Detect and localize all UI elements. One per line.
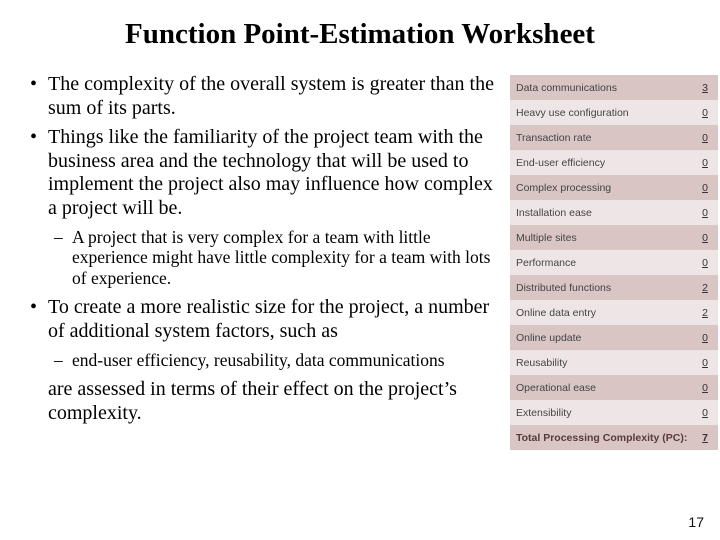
row-label: Transaction rate	[510, 132, 692, 144]
row-label: Data communications	[510, 82, 692, 94]
table-total-row: Total Processing Complexity (PC): 7	[510, 425, 718, 450]
row-value: 3	[692, 82, 718, 94]
slide-title: Function Point-Estimation Worksheet	[0, 18, 720, 51]
table-row: Installation ease 0	[510, 200, 718, 225]
text-column: The complexity of the overall system is …	[28, 73, 506, 450]
table-row: End-user efficiency 0	[510, 150, 718, 175]
row-label: Heavy use configuration	[510, 107, 692, 119]
table-row: Online data entry 2	[510, 300, 718, 325]
row-value: 0	[692, 107, 718, 119]
row-label: Installation ease	[510, 207, 692, 219]
row-value: 2	[692, 307, 718, 319]
row-label: Reusability	[510, 357, 692, 369]
bullet-3-sub: end-user efficiency, reusability, data c…	[28, 350, 506, 371]
row-value: 0	[692, 157, 718, 169]
row-label: Multiple sites	[510, 232, 692, 244]
row-value: 2	[692, 282, 718, 294]
table-row: Distributed functions 2	[510, 275, 718, 300]
bullet-3-cont: are assessed in terms of their effect on…	[28, 378, 506, 425]
page-number: 17	[688, 514, 704, 530]
table-row: Reusability 0	[510, 350, 718, 375]
row-label: Online data entry	[510, 307, 692, 319]
table-row: Data communications 3	[510, 75, 718, 100]
row-value: 0	[692, 182, 718, 194]
table-row: Transaction rate 0	[510, 125, 718, 150]
row-value: 0	[692, 382, 718, 394]
row-label: Distributed functions	[510, 282, 692, 294]
bullet-2: Things like the familiarity of the proje…	[28, 126, 506, 220]
row-label: Extensibility	[510, 407, 692, 419]
row-value: 0	[692, 207, 718, 219]
row-label: Complex processing	[510, 182, 692, 194]
row-value: 0	[692, 357, 718, 369]
table-row: Extensibility 0	[510, 400, 718, 425]
bullet-2-sub: A project that is very complex for a tea…	[28, 227, 506, 289]
slide: Function Point-Estimation Worksheet The …	[0, 0, 720, 540]
factors-table: Data communications 3 Heavy use configur…	[510, 75, 718, 450]
bullet-3: To create a more realistic size for the …	[28, 296, 506, 343]
table-row: Heavy use configuration 0	[510, 100, 718, 125]
total-value: 7	[692, 432, 718, 444]
table-row: Operational ease 0	[510, 375, 718, 400]
row-label: Online update	[510, 332, 692, 344]
row-value: 0	[692, 407, 718, 419]
row-value: 0	[692, 232, 718, 244]
total-label: Total Processing Complexity (PC):	[510, 432, 692, 444]
table-row: Multiple sites 0	[510, 225, 718, 250]
table-row: Performance 0	[510, 250, 718, 275]
row-label: End-user efficiency	[510, 157, 692, 169]
row-label: Performance	[510, 257, 692, 269]
body-area: The complexity of the overall system is …	[0, 73, 720, 450]
table-row: Online update 0	[510, 325, 718, 350]
row-value: 0	[692, 332, 718, 344]
bullet-1: The complexity of the overall system is …	[28, 73, 506, 120]
table-row: Complex processing 0	[510, 175, 718, 200]
row-label: Operational ease	[510, 382, 692, 394]
row-value: 0	[692, 132, 718, 144]
row-value: 0	[692, 257, 718, 269]
